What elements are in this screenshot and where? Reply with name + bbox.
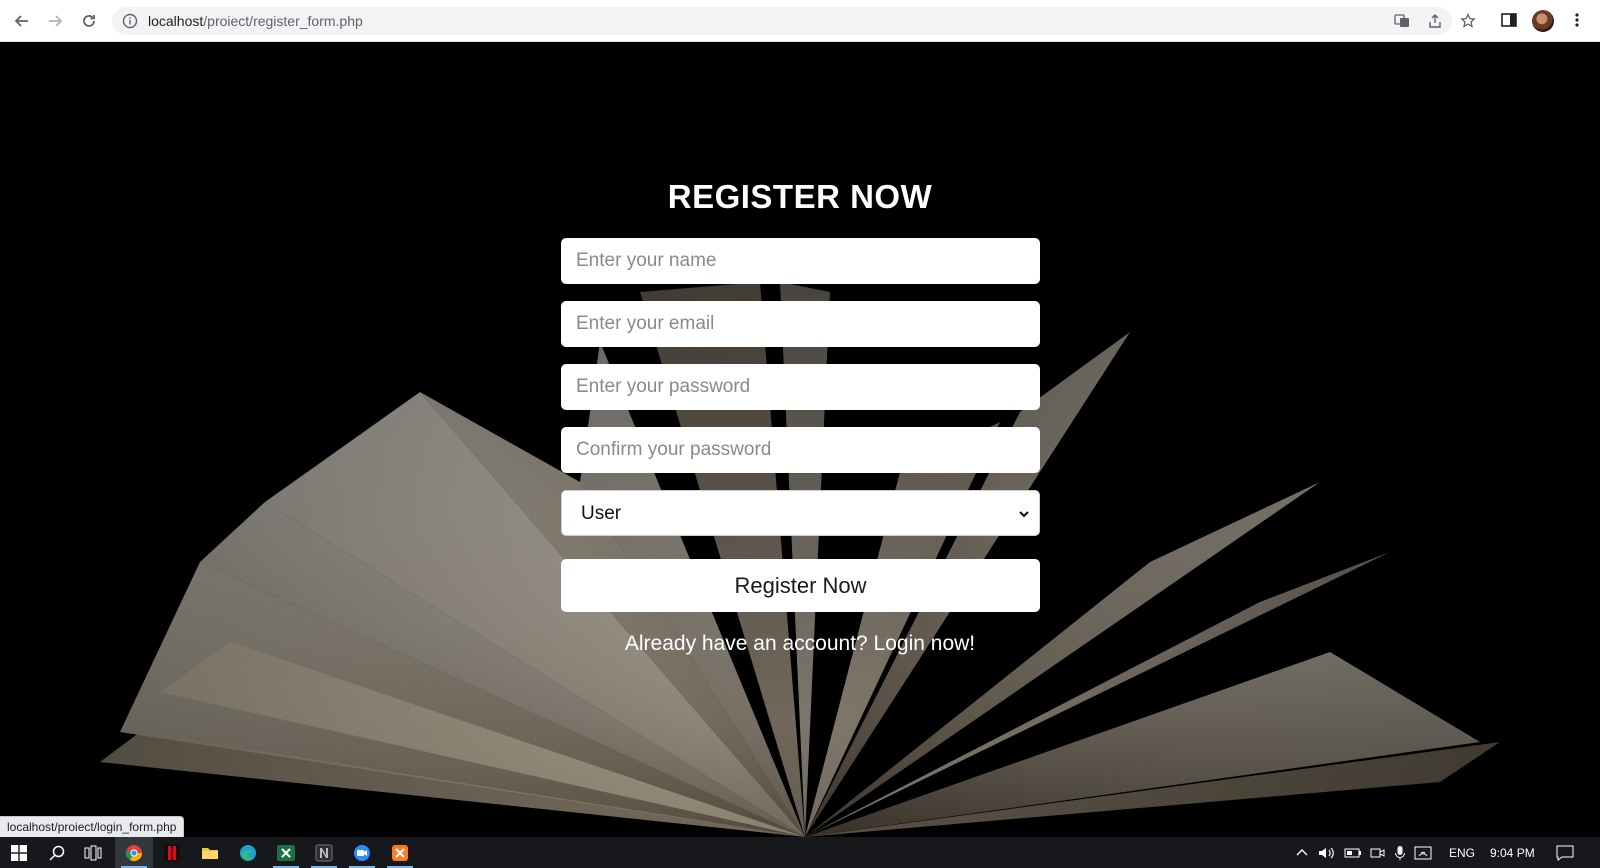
network-icon[interactable]: [1414, 837, 1432, 868]
share-icon[interactable]: [1427, 13, 1443, 29]
task-view-icon[interactable]: [74, 837, 112, 868]
address-url[interactable]: localhost/proiect/register_form.php: [148, 13, 363, 29]
volume-icon[interactable]: [1318, 837, 1336, 868]
excel-icon[interactable]: [267, 837, 305, 868]
address-bar[interactable]: localhost/proiect/register_form.php: [112, 7, 1476, 35]
site-info-icon[interactable]: [122, 13, 138, 29]
battery-icon[interactable]: [1344, 837, 1362, 868]
status-bar-url: localhost/proiect/login_form.php: [0, 816, 185, 837]
zoom-icon[interactable]: [343, 837, 381, 868]
page-content: REGISTER NOW User Register Now Already h…: [0, 42, 1600, 837]
password-input[interactable]: [561, 364, 1040, 410]
taskbar: ENG 9:04 PM: [0, 837, 1600, 868]
login-link[interactable]: Already have an account? Login now!: [625, 632, 975, 655]
login-prompt: Already have an account? Login now!: [0, 632, 1600, 656]
file-explorer-icon[interactable]: [191, 837, 229, 868]
search-icon[interactable]: [38, 837, 76, 868]
forward-icon[interactable]: [44, 10, 66, 32]
translate-icon[interactable]: [1394, 13, 1410, 29]
email-input[interactable]: [561, 301, 1040, 347]
url-path: /proiect/register_form.php: [203, 13, 363, 29]
microphone-icon[interactable]: [1394, 837, 1406, 868]
chrome-icon[interactable]: [115, 837, 153, 868]
url-host: localhost: [148, 13, 204, 29]
register-button[interactable]: Register Now: [561, 559, 1040, 612]
back-icon[interactable]: [11, 10, 33, 32]
user-type-value: User: [581, 503, 622, 524]
notion-icon[interactable]: [305, 837, 343, 868]
windows-start-icon[interactable]: [0, 837, 38, 868]
user-type-select[interactable]: User: [561, 490, 1040, 536]
netflix-icon[interactable]: [153, 837, 191, 868]
side-panel-icon[interactable]: [1500, 11, 1520, 31]
profile-avatar[interactable]: [1532, 10, 1554, 32]
notification-icon[interactable]: [1556, 837, 1574, 868]
camera-icon[interactable]: [1370, 837, 1386, 868]
browser-toolbar: localhost/proiect/register_form.php: [0, 0, 1600, 42]
xampp-icon[interactable]: [381, 837, 419, 868]
confirm-password-input[interactable]: [561, 427, 1040, 473]
menu-kebab-icon[interactable]: [1568, 11, 1588, 31]
tray-chevron-up-icon[interactable]: [1295, 837, 1309, 868]
name-input[interactable]: [561, 238, 1040, 284]
bookmark-star-icon[interactable]: [1460, 12, 1476, 29]
clock[interactable]: 9:04 PM: [1490, 837, 1535, 868]
reload-icon[interactable]: [78, 10, 100, 32]
chevron-down-icon: [1017, 507, 1031, 521]
language-indicator[interactable]: ENG: [1449, 837, 1475, 868]
form-title: REGISTER NOW: [667, 178, 933, 215]
edge-icon[interactable]: [229, 837, 267, 868]
